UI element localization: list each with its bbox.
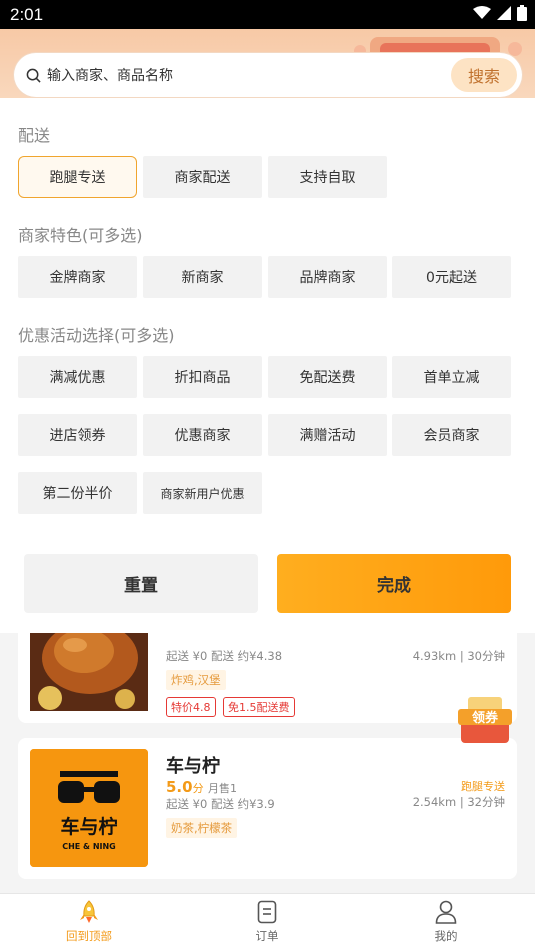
search-icon bbox=[26, 68, 41, 83]
tab-orders[interactable]: 订单 bbox=[227, 900, 307, 944]
features-section-title: 商家特色(可多选) bbox=[18, 226, 143, 245]
order-icon bbox=[257, 900, 277, 924]
search-bar[interactable]: 输入商家、商品名称 搜索 bbox=[14, 53, 522, 97]
filter-chip-second-half-price[interactable]: 第二份半价 bbox=[18, 472, 137, 514]
coupon-float-button[interactable]: 领券 bbox=[458, 695, 512, 745]
store-category-tag: 炸鸡,汉堡 bbox=[166, 670, 226, 690]
delivery-type-label: 跑腿专送 bbox=[461, 780, 505, 793]
search-button[interactable]: 搜索 bbox=[451, 58, 517, 92]
filter-chip-discount-items[interactable]: 折扣商品 bbox=[143, 356, 262, 398]
filter-chip-promo-merchant[interactable]: 优惠商家 bbox=[143, 414, 262, 456]
rocket-icon bbox=[80, 900, 98, 923]
status-bar: 2:01 bbox=[0, 0, 535, 29]
wifi-icon bbox=[473, 6, 491, 19]
tab-label: 我的 bbox=[434, 929, 458, 943]
logo-subtext: CHE & NING bbox=[62, 842, 116, 851]
store-category-tag: 奶茶,柠檬茶 bbox=[166, 818, 238, 838]
logo-text: 车与柠 bbox=[60, 815, 117, 838]
tab-label: 订单 bbox=[255, 929, 279, 943]
store-distance: 2.54km | 32分钟 bbox=[412, 795, 505, 809]
store-fees: 起送 ¥0 配送 约¥4.38 bbox=[166, 649, 283, 663]
tab-profile[interactable]: 我的 bbox=[406, 900, 486, 944]
store-logo-che-ning: 车与柠 CHE & NING bbox=[30, 749, 148, 867]
store-name[interactable]: 车与柠 bbox=[166, 752, 220, 778]
reset-button[interactable]: 重置 bbox=[24, 554, 258, 613]
store-rating: 5.0分 bbox=[166, 778, 204, 796]
done-button[interactable]: 完成 bbox=[277, 554, 511, 613]
promo-badge: 特价4.8 bbox=[166, 697, 216, 717]
store-fees: 起送 ¥0 配送 约¥3.9 bbox=[166, 797, 275, 811]
filter-chip-first-order[interactable]: 首单立减 bbox=[392, 356, 511, 398]
status-icons bbox=[473, 5, 527, 21]
store-card[interactable]: 起送 ¥0 配送 约¥4.38 4.93km | 30分钟 炸鸡,汉堡 特价4.… bbox=[18, 633, 517, 723]
coupon-label: 领券 bbox=[472, 710, 499, 726]
store-list[interactable]: 起送 ¥0 配送 约¥4.38 4.93km | 30分钟 炸鸡,汉堡 特价4.… bbox=[0, 633, 535, 893]
filter-chip-new-merchant[interactable]: 新商家 bbox=[143, 256, 262, 298]
search-placeholder[interactable]: 输入商家、商品名称 bbox=[47, 65, 173, 85]
filter-chip-brand-merchant[interactable]: 品牌商家 bbox=[268, 256, 387, 298]
filter-chip-gold-merchant[interactable]: 金牌商家 bbox=[18, 256, 137, 298]
delivery-section-title: 配送 bbox=[18, 126, 51, 145]
user-icon bbox=[435, 900, 457, 924]
store-monthly-sales: 月售1 bbox=[208, 782, 237, 795]
store-card[interactable]: 车与柠 CHE & NING 车与柠 5.0分 月售1 起送 ¥0 配送 约¥3… bbox=[18, 738, 517, 879]
status-time: 2:01 bbox=[10, 5, 44, 24]
filter-chip-self-pickup[interactable]: 支持自取 bbox=[268, 156, 387, 198]
promo-badge: 免1.5配送费 bbox=[223, 697, 295, 717]
filter-chip-gift-promo[interactable]: 满赠活动 bbox=[268, 414, 387, 456]
filter-chip-full-reduction[interactable]: 满减优惠 bbox=[18, 356, 137, 398]
tab-back-to-top[interactable]: 回到顶部 bbox=[49, 900, 129, 944]
promotions-section-title: 优惠活动选择(可多选) bbox=[18, 326, 175, 345]
coupon-icon: 领券 bbox=[458, 697, 512, 743]
battery-icon bbox=[517, 5, 527, 21]
store-distance: 4.93km | 30分钟 bbox=[412, 649, 505, 663]
filter-chip-zero-minimum[interactable]: 0元起送 bbox=[392, 256, 511, 298]
filter-chip-new-user-promo[interactable]: 商家新用户优惠 bbox=[143, 472, 262, 514]
filter-panel: 配送 跑腿专送 商家配送 支持自取 商家特色(可多选) 金牌商家 新商家 品牌商… bbox=[0, 98, 535, 633]
filter-chip-paotui[interactable]: 跑腿专送 bbox=[18, 156, 137, 198]
filter-chip-merchant-delivery[interactable]: 商家配送 bbox=[143, 156, 262, 198]
bottom-tab-bar: 回到顶部 订单 我的 bbox=[0, 893, 535, 951]
tab-label: 回到顶部 bbox=[66, 929, 112, 943]
store-thumbnail-fried-chicken bbox=[30, 633, 148, 721]
filter-chip-member-merchant[interactable]: 会员商家 bbox=[392, 414, 511, 456]
filter-chip-store-coupon[interactable]: 进店领券 bbox=[18, 414, 137, 456]
filter-chip-free-delivery[interactable]: 免配送费 bbox=[268, 356, 387, 398]
signal-icon bbox=[497, 6, 511, 20]
